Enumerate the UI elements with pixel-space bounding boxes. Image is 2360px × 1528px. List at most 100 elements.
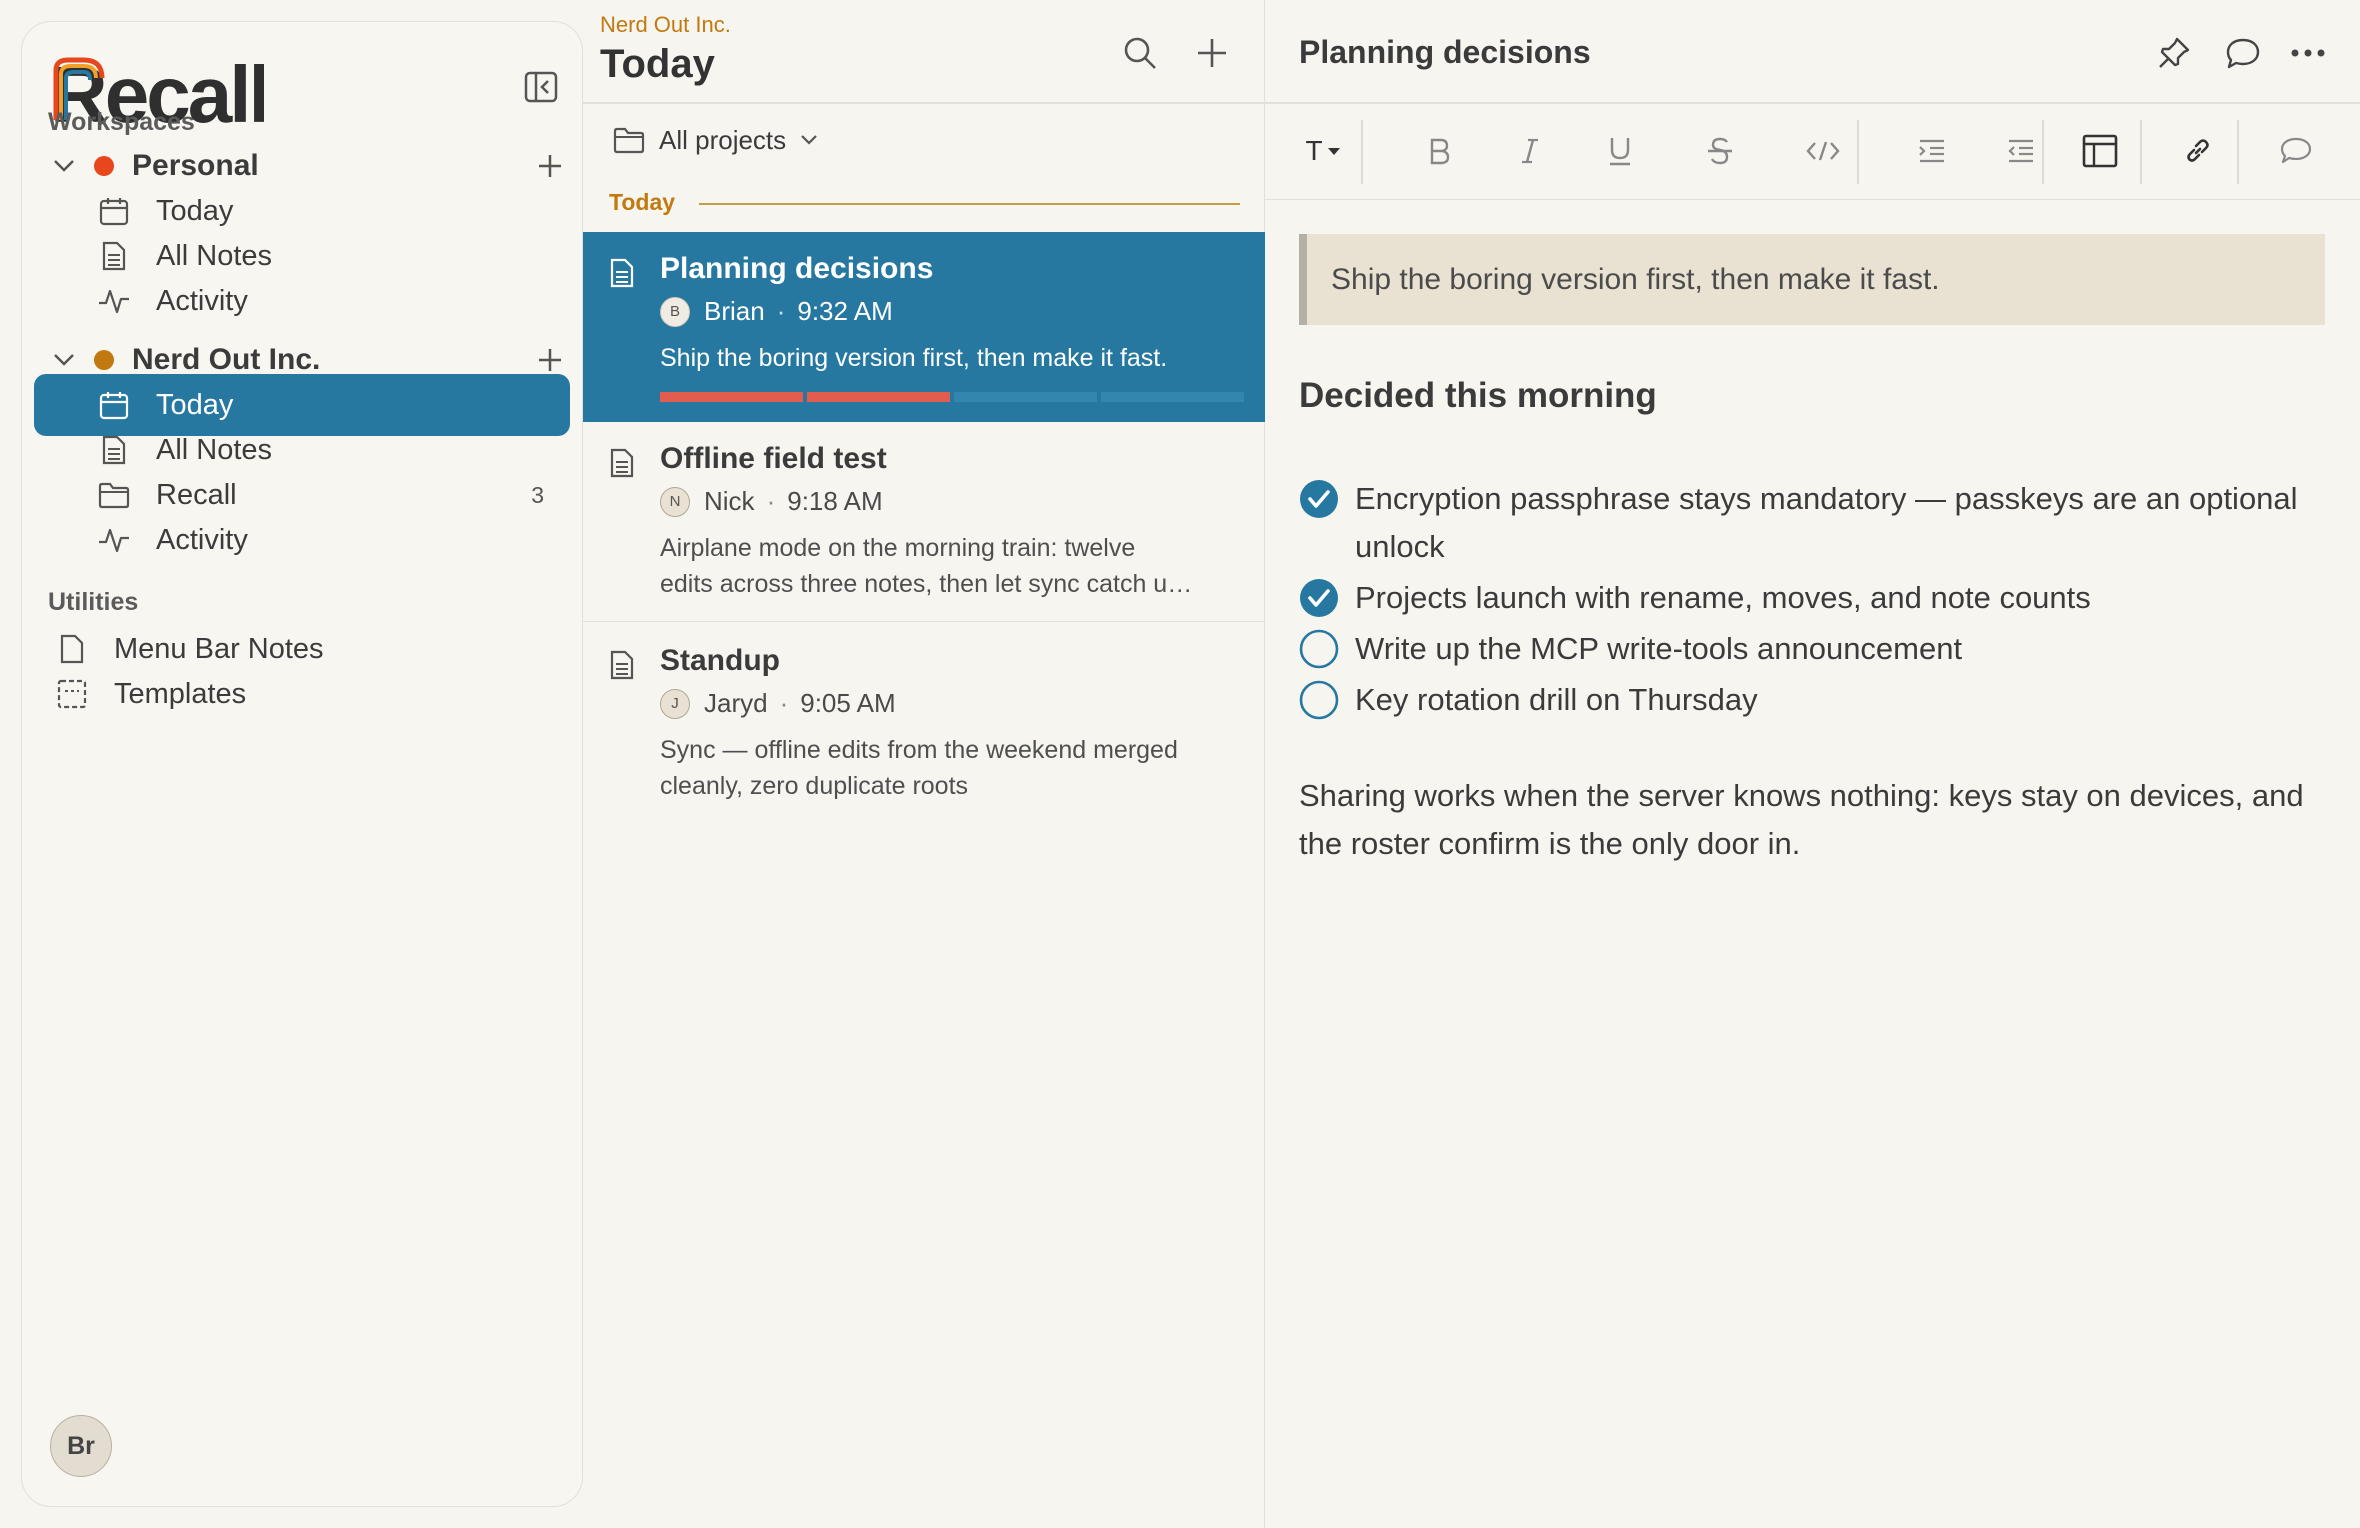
checklist-item-text[interactable]: Key rotation drill on Thursday <box>1355 676 2319 724</box>
author-avatar: N <box>660 486 690 517</box>
checklist-item: Projects launch with rename, moves, and … <box>1299 574 2319 622</box>
project-filter-label: All projects <box>659 124 787 155</box>
document-icon <box>94 241 134 271</box>
note-time: 9:32 AM <box>797 296 893 326</box>
checkbox-unchecked[interactable] <box>1299 680 1339 720</box>
list-divider <box>583 620 1265 622</box>
bold-button[interactable] <box>1413 124 1467 178</box>
more-options-button[interactable] <box>2285 30 2331 76</box>
new-note-button[interactable] <box>1189 30 1235 76</box>
pin-button[interactable] <box>2151 30 2197 76</box>
toolbar-divider <box>2140 120 2142 184</box>
user-avatar[interactable]: Br <box>50 1415 112 1477</box>
outdent-icon <box>2008 139 2033 163</box>
note-page-icon <box>52 634 92 664</box>
toolbar-divider <box>1857 120 1859 184</box>
note-title: Standup <box>660 644 780 677</box>
sidebar-item-label: All Notes <box>156 433 273 466</box>
sidebar-item-label: Menu Bar Notes <box>114 632 324 665</box>
chevron-down-icon[interactable] <box>34 353 94 367</box>
italic-icon <box>1522 138 1538 164</box>
date-group-heading: Today <box>609 189 676 215</box>
author-avatar: J <box>660 688 690 719</box>
note-meta: B Brian · 9:32 AM <box>660 296 893 327</box>
checkbox-checked[interactable] <box>1299 479 1339 519</box>
note-snippet-line: Airplane mode on the morning train: twel… <box>660 534 1136 562</box>
note-snippet: Ship the boring version first, then make… <box>660 344 1168 372</box>
progress-segment <box>660 392 803 402</box>
text-style-dropdown[interactable]: T <box>1291 124 1355 178</box>
comment-icon <box>2226 38 2260 69</box>
note-snippet-line: Sync — offline edits from the weekend me… <box>660 736 1178 764</box>
note-editor: Planning decisions T Ship the boring ver… <box>1265 0 2360 1528</box>
outdent-button[interactable] <box>1994 124 2048 178</box>
italic-button[interactable] <box>1503 124 1557 178</box>
table-icon <box>2082 134 2118 168</box>
folder-icon <box>613 126 645 154</box>
comment-icon <box>2280 137 2312 164</box>
sidebar-item-nerdout-activity[interactable]: Activity <box>34 509 570 571</box>
calendar-icon <box>94 390 134 420</box>
template-icon <box>52 679 92 709</box>
checkbox-checked[interactable] <box>1299 578 1339 618</box>
document-icon <box>609 448 635 478</box>
progress-segment <box>1101 392 1244 402</box>
blockquote[interactable]: Ship the boring version first, then make… <box>1299 234 2325 325</box>
checklist-item-text[interactable]: Encryption passphrase stays mandatory — … <box>1355 475 2319 571</box>
search-button[interactable] <box>1117 30 1163 76</box>
collapse-sidebar-button[interactable] <box>510 56 572 118</box>
sidebar-item-label: Today <box>156 388 234 421</box>
note-list-item-planning-decisions[interactable]: Planning decisions B Brian · 9:32 AM Shi… <box>583 232 1265 422</box>
sidebar-item-label: Activity <box>156 523 248 556</box>
note-list-item-standup[interactable]: Standup J Jaryd · 9:05 AM Sync — offline… <box>583 624 1265 824</box>
text-style-label: T <box>1305 135 1323 166</box>
note-time: 9:18 AM <box>787 486 883 516</box>
format-toolbar: T <box>1265 102 2360 200</box>
indent-button[interactable] <box>1905 124 1959 178</box>
page-title: Today <box>600 42 715 86</box>
date-group-rule <box>699 203 1240 205</box>
chevron-down-icon[interactable] <box>34 159 94 173</box>
breadcrumb[interactable]: Nerd Out Inc. <box>600 12 731 38</box>
checklist-item-text[interactable]: Write up the MCP write-tools announcemen… <box>1355 625 2319 673</box>
search-icon <box>1124 37 1156 69</box>
sidebar-item-templates[interactable]: Templates <box>34 663 570 725</box>
bold-icon <box>1430 138 1450 165</box>
sidebar-item-label: All Notes <box>156 239 273 272</box>
workspace-color-dot <box>94 350 114 370</box>
note-paragraph[interactable]: Sharing works when the server knows noth… <box>1299 772 2319 868</box>
header-divider <box>583 102 1264 104</box>
author-name: Nick <box>704 486 755 516</box>
note-progress-bar <box>660 392 1244 402</box>
toolbar-divider <box>2042 120 2044 184</box>
sidebar-item-label: Today <box>156 194 234 227</box>
project-filter-dropdown[interactable]: All projects <box>613 118 818 162</box>
checklist-item-text[interactable]: Projects launch with rename, moves, and … <box>1355 574 2319 622</box>
insert-link-button[interactable] <box>2171 124 2225 178</box>
sidebar-item-label: Activity <box>156 284 248 317</box>
comments-button[interactable] <box>2220 30 2266 76</box>
sidebar-item-personal-activity[interactable]: Activity <box>34 270 570 332</box>
note-title: Offline field test <box>660 442 887 475</box>
document-icon <box>94 435 134 465</box>
note-title: Planning decisions <box>660 252 934 285</box>
pin-icon <box>2159 37 2190 68</box>
code-button[interactable] <box>1796 124 1850 178</box>
toolbar-divider <box>1361 120 1363 184</box>
plus-icon <box>539 155 561 177</box>
utilities-label: Utilities <box>48 588 139 616</box>
note-editor-title[interactable]: Planning decisions <box>1299 34 1591 71</box>
document-icon <box>609 650 635 680</box>
note-list-item-offline-field-test[interactable]: Offline field test N Nick · 9:18 AM Airp… <box>583 422 1265 622</box>
note-heading[interactable]: Decided this morning <box>1299 376 1657 416</box>
checkbox-unchecked[interactable] <box>1299 629 1339 669</box>
insert-table-button[interactable] <box>2073 124 2127 178</box>
underline-button[interactable] <box>1593 124 1647 178</box>
plus-icon <box>1198 39 1226 67</box>
add-comment-button[interactable] <box>2269 124 2323 178</box>
strikethrough-button[interactable] <box>1693 124 1747 178</box>
underline-icon <box>1610 138 1630 166</box>
note-meta: J Jaryd · 9:05 AM <box>660 688 896 719</box>
author-name: Brian <box>704 296 765 326</box>
meta-separator: · <box>776 296 786 326</box>
